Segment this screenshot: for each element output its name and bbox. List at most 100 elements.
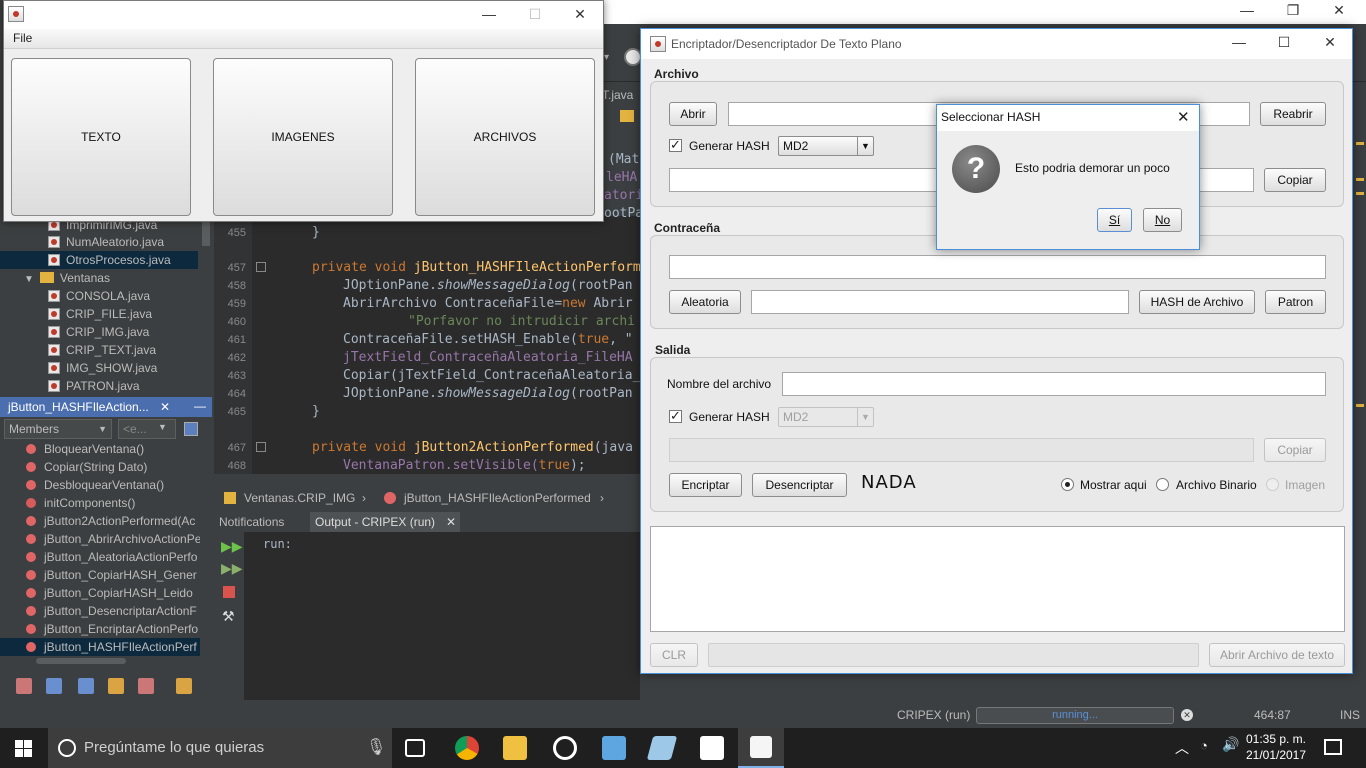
member-item[interactable]: BloquearVentana(): [0, 440, 200, 458]
tree-item[interactable]: CRIP_IMG.java: [0, 323, 200, 341]
wifi-icon[interactable]: ◔: [1200, 738, 1208, 753]
inherited-icon[interactable]: [138, 678, 154, 694]
imagen-label: Imagen: [1285, 478, 1326, 492]
minimize-icon[interactable]: —: [1224, 2, 1270, 18]
close-icon[interactable]: ✕: [1307, 29, 1353, 57]
progress-bar: running...: [976, 707, 1174, 724]
notifications-icon[interactable]: [1324, 739, 1342, 755]
archivo-binario-radio[interactable]: [1156, 478, 1169, 491]
mostrar-aqui-radio[interactable]: [1061, 478, 1074, 491]
cancel-icon[interactable]: ✕: [1181, 709, 1193, 721]
filter-icon[interactable]: [16, 678, 32, 694]
password-info-field[interactable]: [751, 290, 1129, 314]
imagenes-button[interactable]: IMAGENES: [213, 58, 393, 216]
hash-algo-select[interactable]: MD2 ▼: [778, 136, 874, 156]
encriptar-button[interactable]: Encriptar: [669, 473, 742, 497]
task-view-icon[interactable]: [405, 739, 425, 757]
chevron-up-icon[interactable]: ︿: [1175, 738, 1189, 758]
tree-item[interactable]: CRIP_TEXT.java: [0, 341, 200, 359]
restore-icon[interactable]: ❐: [1270, 2, 1316, 19]
minimize-icon[interactable]: —: [1216, 29, 1262, 57]
close-icon[interactable]: ✕: [557, 1, 603, 29]
tab-notifications[interactable]: Notifications: [214, 512, 289, 532]
search-input[interactable]: Pregúntame lo que quieras 🎙: [48, 728, 392, 768]
member-item[interactable]: jButton_CopiarHASH_Gener: [0, 566, 200, 584]
sort-icon[interactable]: [176, 678, 192, 694]
archivos-button[interactable]: ARCHIVOS: [415, 58, 595, 216]
virtualbox-icon[interactable]: [602, 736, 626, 760]
tree-item[interactable]: PATRON.java: [0, 377, 200, 394]
member-item[interactable]: jButton_AleatoriaActionPerfo: [0, 548, 200, 566]
volume-icon[interactable]: 🔊: [1222, 736, 1239, 753]
tab-output[interactable]: Output - CRIPEX (run) ✕: [310, 512, 460, 532]
chevron-down-icon[interactable]: ▼: [158, 422, 167, 432]
aleatoria-button[interactable]: Aleatoria: [669, 290, 741, 314]
member-item[interactable]: jButton_DesencriptarActionF: [0, 602, 200, 620]
hash-salida-field: [669, 438, 1254, 462]
hash-archivo-button[interactable]: HASH de Archivo: [1139, 290, 1255, 314]
scrollbar[interactable]: [36, 658, 126, 664]
chevron-down-icon[interactable]: ▾: [604, 52, 609, 63]
member-item[interactable]: DesbloquearVentana(): [0, 476, 200, 494]
tree-folder[interactable]: ▼ Ventanas: [0, 269, 200, 287]
lock-icon[interactable]: [108, 678, 124, 694]
chrome-icon[interactable]: [455, 736, 479, 760]
no-button[interactable]: No: [1143, 208, 1182, 232]
member-item[interactable]: jButton2ActionPerformed(Ac: [0, 512, 200, 530]
expand-icon[interactable]: ▼: [24, 274, 34, 285]
copiar-hash-button[interactable]: Copiar: [1264, 168, 1326, 192]
maximize-icon[interactable]: ☐: [1261, 29, 1307, 57]
fold-icon[interactable]: [256, 442, 266, 452]
abrir-button[interactable]: Abrir: [669, 102, 717, 126]
media-icon[interactable]: [553, 736, 577, 760]
navigator-members-select[interactable]: Members ▼: [4, 419, 112, 439]
minimize-icon[interactable]: —: [466, 1, 512, 29]
rerun-icon[interactable]: ▶▶: [221, 538, 243, 555]
close-icon[interactable]: ✕: [160, 397, 170, 417]
member-item[interactable]: Copiar(String Dato): [0, 458, 200, 476]
tree-item[interactable]: CONSOLA.java: [0, 287, 200, 305]
calculator-icon[interactable]: [700, 736, 724, 760]
close-icon[interactable]: ✕: [1316, 2, 1362, 19]
desencriptar-button[interactable]: Desencriptar: [752, 473, 847, 497]
settings-icon[interactable]: ⚒: [222, 608, 235, 625]
java-app-taskbar-item[interactable]: [738, 728, 784, 768]
navigator-filter-select[interactable]: <e...: [118, 419, 176, 439]
close-icon[interactable]: ✕: [446, 512, 456, 532]
generar-hash-salida-checkbox[interactable]: [669, 408, 682, 424]
output-console[interactable]: run:: [244, 532, 640, 700]
member-item[interactable]: jButton_AbrirArchivoActionPe: [0, 530, 200, 548]
reabrir-button[interactable]: Reabrir: [1260, 102, 1326, 126]
stop-icon[interactable]: [223, 586, 235, 598]
menu-file[interactable]: File: [13, 31, 32, 45]
tree-item[interactable]: NumAleatorio.java: [0, 233, 200, 251]
output-text-area[interactable]: [650, 526, 1345, 632]
rerun-with-params-icon[interactable]: ▶▶: [221, 560, 243, 577]
tree-item-selected[interactable]: OtrosProcesos.java: [0, 251, 198, 269]
fields-icon[interactable]: [46, 678, 62, 694]
tree-item[interactable]: CRIP_FILE.java: [0, 305, 200, 323]
settings-icon[interactable]: [184, 422, 198, 436]
member-item[interactable]: initComponents(): [0, 494, 200, 512]
member-item[interactable]: jButton_CopiarHASH_Leido: [0, 584, 200, 602]
breadcrumb-class[interactable]: Ventanas.CRIP_IMG: [244, 487, 355, 509]
editor-tab-label[interactable]: T.java: [602, 88, 633, 102]
close-icon[interactable]: ✕: [1177, 108, 1190, 126]
member-item-selected[interactable]: jButton_HASHFIleActionPerf: [0, 638, 200, 656]
microphone-icon[interactable]: 🎙: [366, 728, 386, 768]
nombre-archivo-field[interactable]: [782, 372, 1326, 396]
windows-start-icon[interactable]: [15, 740, 32, 757]
file-explorer-icon[interactable]: [503, 736, 527, 760]
password-field[interactable]: [669, 255, 1326, 279]
si-button[interactable]: Sí: [1097, 208, 1132, 232]
tree-item[interactable]: IMG_SHOW.java: [0, 359, 200, 377]
generar-hash-checkbox[interactable]: [669, 137, 682, 153]
fold-icon[interactable]: [256, 262, 266, 272]
member-item[interactable]: jButton_EncriptarActionPerfo: [0, 620, 200, 638]
minimize-icon[interactable]: —: [194, 396, 206, 416]
patron-button[interactable]: Patron: [1265, 290, 1326, 314]
static-icon[interactable]: [78, 678, 94, 694]
breadcrumb-method[interactable]: jButton_HASHFIleActionPerformed: [404, 487, 591, 509]
clock[interactable]: 01:35 p. m. 21/01/2017: [1240, 731, 1312, 763]
texto-button[interactable]: TEXTO: [11, 58, 191, 216]
